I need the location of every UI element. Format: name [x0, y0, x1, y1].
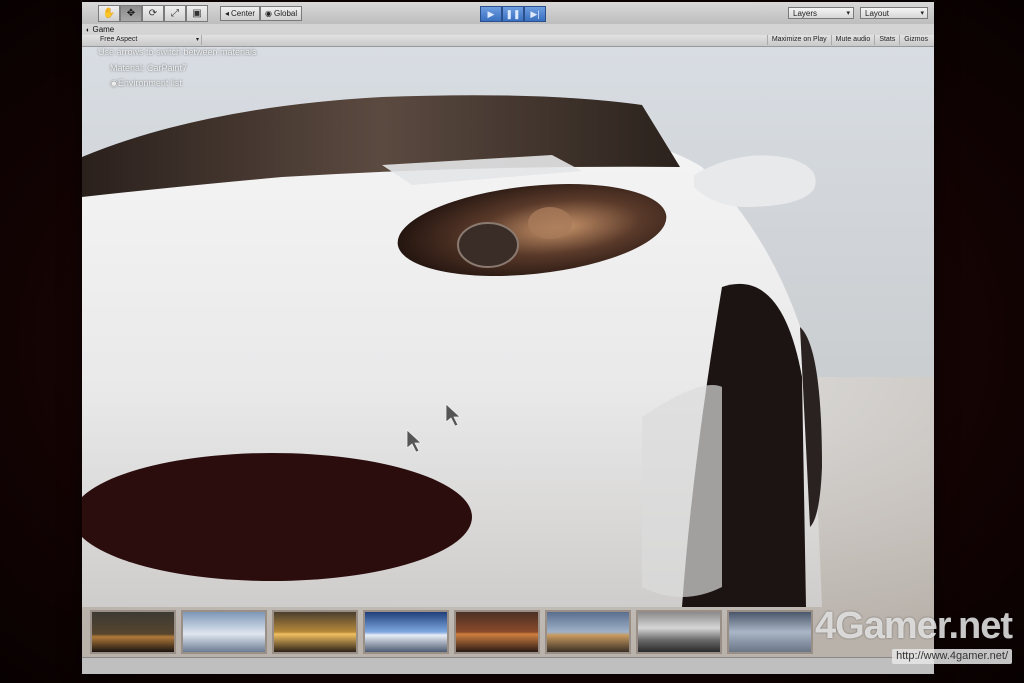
play-icon: ▶	[487, 9, 495, 19]
layout-label: Layout	[865, 9, 890, 18]
mute-audio-toggle[interactable]: Mute audio	[830, 35, 875, 45]
layout-dropdown[interactable]: Layout ▾	[860, 7, 928, 19]
env-thumb-2[interactable]	[181, 610, 267, 654]
globe-icon: ◉	[265, 9, 273, 18]
stats-toggle[interactable]: Stats	[874, 35, 899, 45]
pause-icon: ❚❚	[505, 9, 521, 19]
game-tab[interactable]: ◐ Game	[82, 24, 934, 35]
pivot-global-button[interactable]: ◉ Global	[260, 6, 303, 21]
pivot-toggles: ◂ Center ◉ Global	[220, 6, 303, 21]
material-label: Material: CarPaint7	[110, 63, 188, 73]
rotate-tool-button[interactable]: ⟳	[142, 5, 164, 22]
aspect-dropdown[interactable]: Free Aspect ▾	[84, 35, 202, 45]
chevron-down-icon: ▾	[195, 37, 199, 43]
environment-list-label: Environment list	[117, 78, 182, 88]
layers-label: Layers	[793, 9, 818, 18]
move-tool-button[interactable]: ✥	[120, 5, 142, 22]
chevron-down-icon: ▾	[846, 10, 850, 17]
env-thumb-3[interactable]	[272, 610, 358, 654]
game-controller-icon: ◐	[86, 27, 91, 34]
env-thumb-1[interactable]	[90, 610, 176, 654]
hint-text: Use arrows to switch between materials	[98, 47, 257, 57]
env-thumb-5[interactable]	[454, 610, 540, 654]
scale-tool-button[interactable]: ⤢	[164, 5, 186, 22]
radio-icon: ◉	[110, 78, 118, 88]
unity-editor-screen: ✋ ✥ ⟳ ⤢ ▣ ◂ Center ◉ Global ▶ ❚❚ ▶| Laye…	[82, 2, 934, 674]
environment-list-toggle[interactable]: ◉Environment list	[110, 78, 182, 89]
env-thumb-6[interactable]	[545, 610, 631, 654]
game-tab-label: Game	[92, 25, 115, 34]
aspect-label: Free Aspect	[100, 36, 138, 43]
game-viewport[interactable]: Use arrows to switch between materials M…	[82, 47, 934, 657]
maximize-on-play-toggle[interactable]: Maximize on Play	[766, 35, 831, 45]
chevron-down-icon: ▾	[920, 10, 924, 17]
environment-thumbnails	[90, 610, 813, 654]
step-button[interactable]: ▶|	[524, 6, 546, 22]
editor-bottom-bar	[82, 657, 934, 674]
watermark: 4Gamer.net http://www.4gamer.net/	[815, 605, 1013, 664]
play-button[interactable]: ▶	[480, 6, 502, 22]
car-render	[82, 95, 934, 657]
env-thumb-4[interactable]	[363, 610, 449, 654]
hand-tool-button[interactable]: ✋	[98, 5, 120, 22]
step-icon: ▶|	[530, 9, 540, 19]
transform-tools: ✋ ✥ ⟳ ⤢ ▣	[98, 5, 208, 22]
env-thumb-7[interactable]	[636, 610, 722, 654]
game-view-bar: Free Aspect ▾ Maximize on Play Mute audi…	[82, 35, 934, 47]
pivot-center-button[interactable]: ◂ Center	[220, 6, 261, 21]
pivot-center-icon: ◂	[225, 9, 230, 18]
gizmos-dropdown[interactable]: Gizmos	[899, 35, 932, 45]
watermark-url: http://www.4gamer.net/	[892, 649, 1012, 664]
pivot-center-label: Center	[231, 9, 256, 18]
pivot-global-label: Global	[274, 9, 298, 18]
layers-dropdown[interactable]: Layers ▾	[788, 7, 854, 19]
rect-tool-button[interactable]: ▣	[186, 5, 208, 22]
editor-toolbar: ✋ ✥ ⟳ ⤢ ▣ ◂ Center ◉ Global ▶ ❚❚ ▶| Laye…	[82, 2, 934, 25]
watermark-logo: 4Gamer.net	[815, 605, 1013, 647]
pause-button[interactable]: ❚❚	[502, 6, 524, 22]
play-controls: ▶ ❚❚ ▶|	[480, 6, 546, 22]
game-view-options: Maximize on Play Mute audio Stats Gizmos	[766, 35, 932, 45]
env-thumb-8[interactable]	[727, 610, 813, 654]
